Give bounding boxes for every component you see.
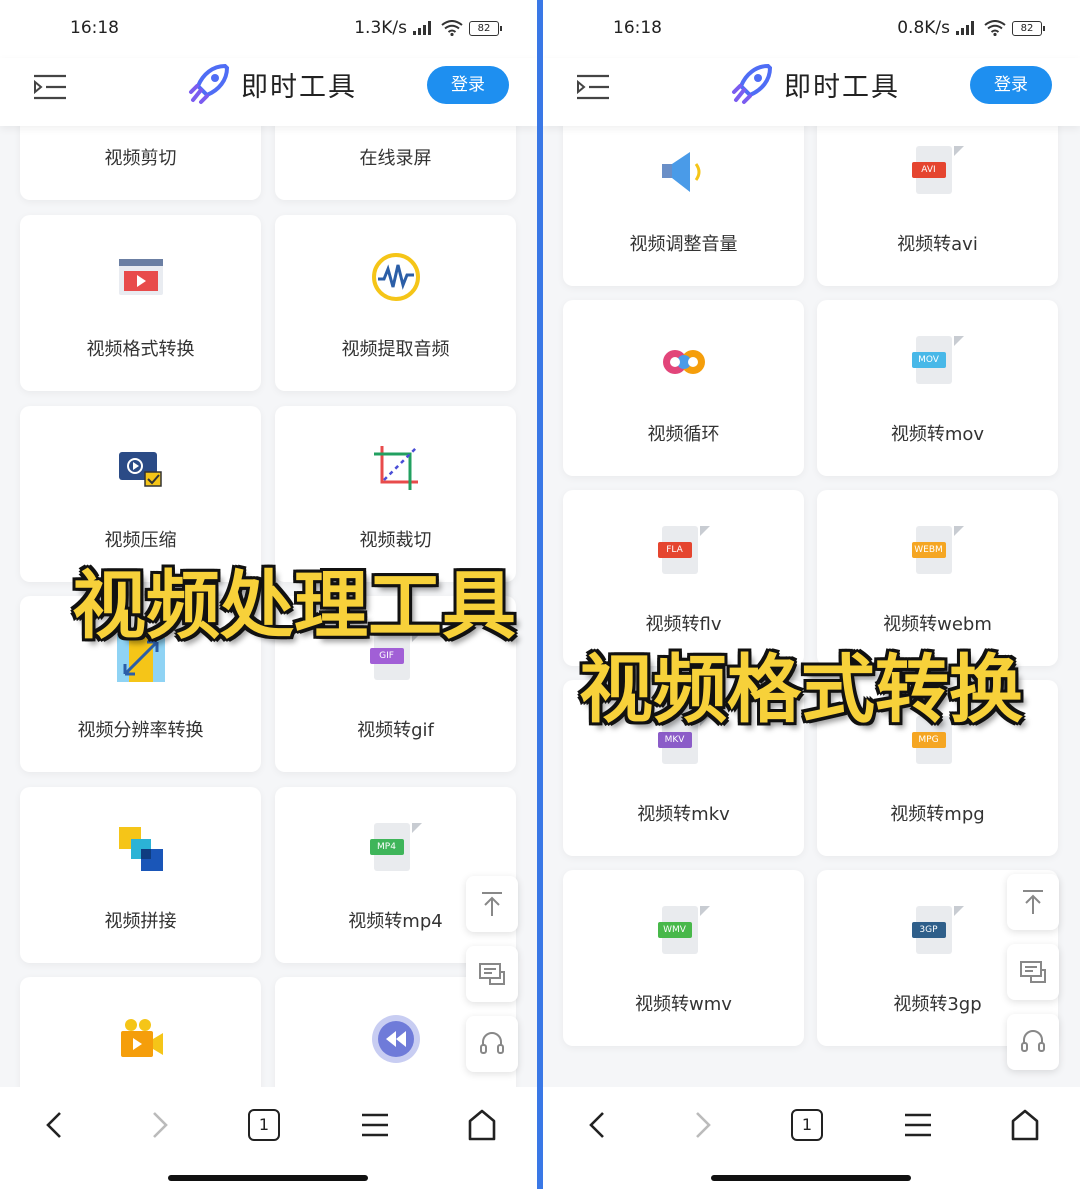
tabs-button[interactable]: 1 xyxy=(791,1109,823,1141)
menu-lines-icon[interactable] xyxy=(898,1105,938,1145)
tool-card-format-convert[interactable]: 视频格式转换 xyxy=(20,215,261,391)
brand: 即时工具 xyxy=(185,60,357,108)
tool-card-to-avi[interactable]: AVI 视频转avi xyxy=(817,110,1058,286)
tool-card-to-mp4[interactable]: MP4 视频转mp4 xyxy=(275,787,516,963)
chat-icon xyxy=(1020,961,1046,983)
tabs-button[interactable]: 1 xyxy=(248,1109,280,1141)
file-mp4-icon: MP4 xyxy=(369,823,422,875)
network-speed: 0.8K/s xyxy=(897,18,950,38)
card-label: 视频格式转换 xyxy=(86,339,195,360)
speaker-icon xyxy=(661,152,700,192)
home-icon[interactable] xyxy=(462,1105,502,1145)
feedback-button[interactable] xyxy=(466,946,518,1002)
status-indicators: 0.8K/s 82 xyxy=(897,18,1045,38)
card-label: 视频剪切 xyxy=(104,148,177,169)
app-header: 即时工具 登录 xyxy=(543,58,1080,126)
menu-icon[interactable] xyxy=(32,72,68,102)
home-indicator xyxy=(168,1175,368,1181)
menu-lines-icon[interactable] xyxy=(355,1105,395,1145)
overlay-title: 视频格式转换 xyxy=(579,647,1023,733)
back-to-top-button[interactable] xyxy=(466,876,518,932)
headset-icon xyxy=(1021,1030,1045,1052)
tool-card-loop[interactable]: 视频循环 xyxy=(563,300,804,476)
wifi-icon xyxy=(441,20,463,36)
app-header: 即时工具 登录 xyxy=(0,58,537,126)
card-label: 视频转gif xyxy=(357,720,434,741)
rocket-logo-icon xyxy=(189,63,230,104)
file-webm-icon: WEBM xyxy=(911,526,964,578)
headset-icon xyxy=(480,1032,504,1054)
tool-card-merge[interactable]: 视频拼接 xyxy=(20,787,261,963)
forward-icon[interactable] xyxy=(140,1105,180,1145)
card-label: 视频分辨率转换 xyxy=(77,720,204,741)
tool-card-extract-audio[interactable]: 视频提取音频 xyxy=(275,215,516,391)
tool-grid: 视频调整音量 AVI 视频转avi 视频循环 MOV 视频转mov FLA 视频… xyxy=(543,0,1080,1090)
file-wmv-icon: WMV xyxy=(657,906,710,958)
card-label: 视频转avi xyxy=(897,234,978,255)
blocks-icon xyxy=(118,827,163,871)
right-phone-screen: 16:18 0.8K/s 82 即时工具 登录 视频调整音量 AVI 视频转av… xyxy=(543,0,1080,1189)
brand-name: 即时工具 xyxy=(241,71,357,103)
tool-card-volume[interactable]: 视频调整音量 xyxy=(563,110,804,286)
status-time: 16:18 xyxy=(613,18,662,38)
support-button[interactable] xyxy=(466,1016,518,1072)
card-label: 视频转mpg xyxy=(890,804,985,825)
arrow-up-icon xyxy=(482,892,502,916)
signal-icon xyxy=(956,21,978,35)
rewind-icon xyxy=(371,1015,420,1063)
back-icon[interactable] xyxy=(577,1105,617,1145)
file-avi-icon: AVI xyxy=(911,146,964,198)
video-player-icon xyxy=(118,259,163,295)
card-label: 视频循环 xyxy=(647,424,720,445)
feedback-button[interactable] xyxy=(1007,944,1059,1000)
card-label: 视频提取音频 xyxy=(341,339,450,360)
battery-icon: 82 xyxy=(469,20,502,36)
status-indicators: 1.3K/s 82 xyxy=(354,18,502,38)
battery-icon: 82 xyxy=(1012,20,1045,36)
login-button[interactable]: 登录 xyxy=(970,66,1052,104)
status-time: 16:18 xyxy=(70,18,119,38)
tool-card-to-wmv[interactable]: WMV 视频转wmv xyxy=(563,870,804,1046)
menu-icon[interactable] xyxy=(575,72,611,102)
support-button[interactable] xyxy=(1007,1014,1059,1070)
tool-grid: 视频剪切 在线录屏 视频格式转换 视频提取音频 视频压缩 视频裁切 视频分辨率转… xyxy=(0,0,537,1153)
tool-card-to-mov[interactable]: MOV 视频转mov xyxy=(817,300,1058,476)
brand: 即时工具 xyxy=(728,60,900,108)
back-icon[interactable] xyxy=(34,1105,74,1145)
file-fla-icon: FLA xyxy=(657,526,710,578)
card-label: 视频拼接 xyxy=(104,911,177,932)
file-mov-icon: MOV xyxy=(911,336,964,388)
forward-icon[interactable] xyxy=(683,1105,723,1145)
home-icon[interactable] xyxy=(1005,1105,1045,1145)
network-speed: 1.3K/s xyxy=(354,18,407,38)
card-label: 视频转mkv xyxy=(637,804,730,825)
status-bar: 16:18 1.3K/s 82 xyxy=(0,0,537,58)
card-label: 视频转wmv xyxy=(635,994,732,1015)
login-button[interactable]: 登录 xyxy=(427,66,509,104)
card-label: 视频调整音量 xyxy=(629,234,738,255)
home-indicator xyxy=(711,1175,911,1181)
wifi-icon xyxy=(984,20,1006,36)
chat-icon xyxy=(479,963,505,985)
back-to-top-button[interactable] xyxy=(1007,874,1059,930)
card-label: 视频转mov xyxy=(890,424,985,445)
arrow-up-icon xyxy=(1023,890,1043,914)
video-camera-icon xyxy=(120,1019,163,1057)
card-label: 在线录屏 xyxy=(359,148,432,169)
brand-name: 即时工具 xyxy=(784,71,900,103)
audio-wave-icon xyxy=(371,253,420,301)
file-3gp-icon: 3GP xyxy=(911,906,964,958)
browser-nav-bar: 1 xyxy=(543,1087,1080,1189)
loop-icon xyxy=(662,350,705,374)
signal-icon xyxy=(413,21,435,35)
left-phone-screen: 16:18 1.3K/s 82 即时工具 登录 视频剪切 在线录屏 视频格式转换… xyxy=(0,0,537,1189)
crop-icon xyxy=(373,446,418,490)
status-bar: 16:18 0.8K/s 82 xyxy=(543,0,1080,58)
rocket-logo-icon xyxy=(732,63,773,104)
video-compress-icon xyxy=(118,452,162,487)
browser-nav-bar: 1 xyxy=(0,1087,537,1189)
overlay-title: 视频处理工具 xyxy=(72,563,516,649)
